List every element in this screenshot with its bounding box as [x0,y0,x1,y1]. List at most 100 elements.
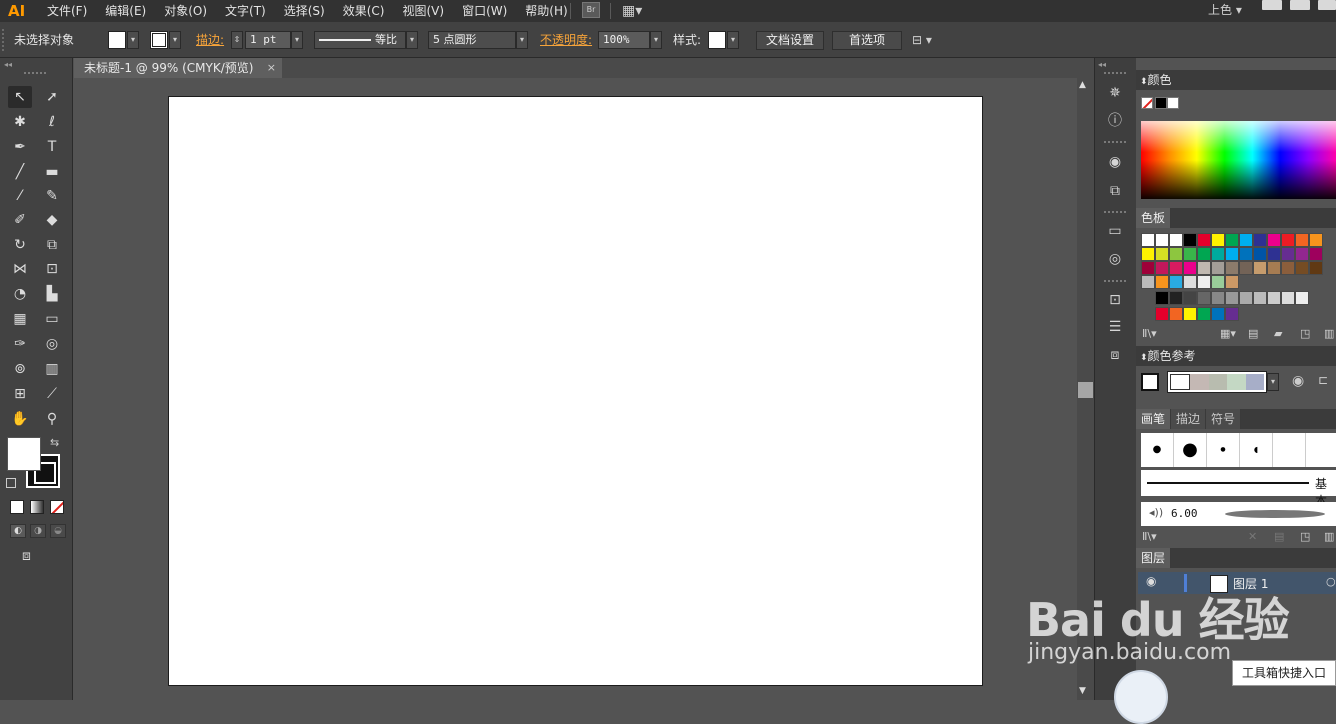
opacity-dropdown-icon[interactable]: ▾ [650,31,662,49]
color-swatch[interactable] [1281,233,1295,247]
grey-swatch[interactable] [1295,291,1309,305]
color-swatch[interactable] [1141,247,1155,261]
stroke-profile-field[interactable]: 等比 [314,31,406,49]
grey-swatch[interactable] [1281,291,1295,305]
perspective-grid-tool-icon[interactable]: ▙ [40,283,64,305]
panel-collapse-icon[interactable]: ⬍ [1140,77,1148,87]
grey-swatch[interactable] [1183,291,1197,305]
color-swatch[interactable] [1225,247,1239,261]
control-bar-grip[interactable] [2,29,6,51]
black-color-icon[interactable] [1155,97,1167,109]
align-options-icon[interactable]: ⊟ ▾ [912,31,948,49]
bright-swatch[interactable] [1155,307,1169,321]
color-swatch[interactable] [1197,233,1211,247]
symbol-sprayer-tool-icon[interactable]: ⊚ [8,358,32,380]
bridge-button[interactable]: Br [582,2,600,18]
swap-fill-stroke-icon[interactable]: ⇆ [50,436,59,449]
color-swatch[interactable] [1197,275,1211,289]
color-swatch[interactable] [1197,247,1211,261]
stroke-weight-dropdown-icon[interactable]: ▾ [291,31,303,49]
slice-tool-icon[interactable]: ⟋ [40,383,64,405]
stroke-profile-dropdown-icon[interactable]: ▾ [406,31,418,49]
brush-dropdown-icon[interactable]: ▾ [516,31,528,49]
none-color-icon[interactable] [1141,97,1153,109]
brush-calligraphic[interactable]: ◖ [1240,433,1273,467]
target-icon[interactable]: ○ [1326,575,1336,588]
color-swatch[interactable] [1169,261,1183,275]
dock-grip[interactable] [1104,280,1126,282]
fill-swatch[interactable] [108,31,126,49]
selection-tool-icon[interactable]: ↖ [8,86,32,108]
color-swatch[interactable] [1197,261,1211,275]
swatch-libraries-icon[interactable]: Ⅱ\▾ [1142,327,1157,340]
color-swatch[interactable] [1141,261,1155,275]
swatch-options-icon[interactable]: ▤ [1248,324,1258,344]
color-swatch[interactable] [1211,261,1225,275]
remove-stroke-icon[interactable]: ✕ [1248,527,1257,547]
color-swatch[interactable] [1155,261,1169,275]
paintbrush-tool-icon[interactable]: ⁄ [8,185,32,207]
color-spectrum[interactable] [1141,121,1336,199]
color-swatch[interactable] [1183,247,1197,261]
gradient-tool-icon[interactable]: ▭ [40,308,64,330]
brush-dot-small[interactable]: ● [1141,433,1174,467]
bright-swatch[interactable] [1225,307,1239,321]
arrange-documents-icon[interactable]: ▦▾ [622,2,648,20]
fill-dropdown-icon[interactable]: ▾ [127,31,139,49]
gradient-panel-icon[interactable]: ▭ [1104,220,1126,242]
hand-tool-icon[interactable]: ✋ [8,408,32,430]
gradient-mode-icon[interactable] [30,500,44,514]
harmony-dropdown-icon[interactable]: ▾ [1267,373,1279,391]
color-swatch[interactable] [1239,247,1253,261]
grey-swatch[interactable] [1155,291,1169,305]
art-brush-row[interactable]: ◂)) 6.00 [1141,502,1336,526]
color-panel-header[interactable]: ⬍颜色 [1136,70,1336,90]
color-swatch[interactable] [1225,233,1239,247]
color-swatch[interactable] [1253,233,1267,247]
color-swatch[interactable] [1295,247,1309,261]
blob-brush-tool-icon[interactable]: ✐ [8,209,32,231]
document-tab[interactable]: 未标题-1 @ 99% (CMYK/预览) × [74,58,282,78]
save-group-icon[interactable]: ⊏ [1318,373,1328,387]
dock-grip[interactable] [1104,141,1126,143]
line-tool-icon[interactable]: ╱ [8,161,32,183]
eyedropper-tool-icon[interactable]: ✑ [8,333,32,355]
style-dropdown-icon[interactable]: ▾ [727,31,739,49]
basic-brush-row[interactable]: 基本 [1141,470,1336,508]
toolbox-shortcut-tooltip[interactable]: 工具箱快捷入口 [1232,660,1336,686]
bright-swatch[interactable] [1211,307,1225,321]
navigator-icon[interactable]: ✵ [1104,82,1126,104]
color-swatch[interactable] [1281,247,1295,261]
none-mode-icon[interactable] [50,500,64,514]
graphic-styles-icon[interactable]: ⧉ [1104,180,1126,202]
grey-swatch[interactable] [1211,291,1225,305]
menu-select[interactable]: 选择(S) [284,0,333,22]
color-swatch[interactable] [1211,233,1225,247]
document-setup-button[interactable]: 文档设置 [756,31,824,50]
color-swatch[interactable] [1267,233,1281,247]
restore-icon[interactable] [1290,0,1310,10]
brush-options-icon[interactable]: ▤ [1274,527,1284,547]
color-swatch[interactable] [1169,233,1183,247]
color-swatch[interactable] [1155,247,1169,261]
color-swatch[interactable] [1239,233,1253,247]
new-brush-icon[interactable]: ◳ [1300,527,1310,547]
color-swatch[interactable] [1309,233,1323,247]
rectangle-tool-icon[interactable]: ▬ [40,161,64,183]
lasso-tool-icon[interactable]: ℓ [40,111,64,133]
new-swatch-icon[interactable]: ◳ [1300,324,1310,344]
pathfinder-icon[interactable]: ⧈ [1104,344,1126,366]
swatch-grid[interactable] [1141,233,1336,325]
minimize-icon[interactable] [1262,0,1282,10]
base-color-swatch[interactable] [1141,373,1159,391]
opacity-label[interactable]: 不透明度: [540,22,592,58]
color-swatch[interactable] [1225,261,1239,275]
grey-swatch[interactable] [1239,291,1253,305]
swatches-tab[interactable]: 色板 [1136,208,1172,228]
color-swatch[interactable] [1155,275,1169,289]
scroll-down-icon[interactable]: ▼ [1079,686,1086,696]
stroke-label[interactable]: 描边: [196,22,224,58]
menu-file[interactable]: 文件(F) [47,0,95,22]
tab-symbols[interactable]: 符号 [1206,409,1242,429]
color-swatch[interactable] [1239,261,1253,275]
